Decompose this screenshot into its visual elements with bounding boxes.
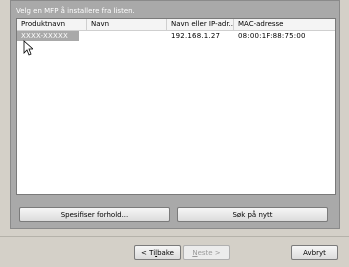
column-header-name[interactable]: Navn [87, 19, 167, 30]
column-header-ip[interactable]: Navn eller IP-adr... [167, 19, 234, 30]
cell-mac: 08:00:1F:88:75:00 [238, 32, 306, 40]
footer-separator [0, 236, 349, 237]
instruction-text: Velg en MFP å installere fra listen. [16, 7, 135, 15]
cancel-button[interactable]: Avbryt [291, 245, 338, 260]
cell-name [87, 31, 167, 41]
cell-ip: 192.168.1.27 [171, 32, 221, 40]
mouse-cursor-icon [23, 40, 33, 56]
next-button: Neste > [183, 245, 230, 260]
back-button[interactable]: < Tilbake [134, 245, 181, 260]
column-header-product[interactable]: Produktnavn [17, 19, 87, 30]
search-again-button[interactable]: Søk på nytt [177, 207, 328, 222]
table-row[interactable]: XXXX-XXXXX 192.168.1.27 08:00:1F:88:75:0… [17, 31, 335, 41]
specify-conditions-button[interactable]: Spesifiser forhold... [19, 207, 170, 222]
list-header: Produktnavn Navn Navn eller IP-adr... MA… [17, 19, 335, 31]
column-header-mac[interactable]: MAC-adresse [234, 19, 335, 30]
device-list[interactable]: Produktnavn Navn Navn eller IP-adr... MA… [16, 18, 336, 195]
content-panel: Velg en MFP å installere fra listen. Pro… [10, 0, 340, 229]
